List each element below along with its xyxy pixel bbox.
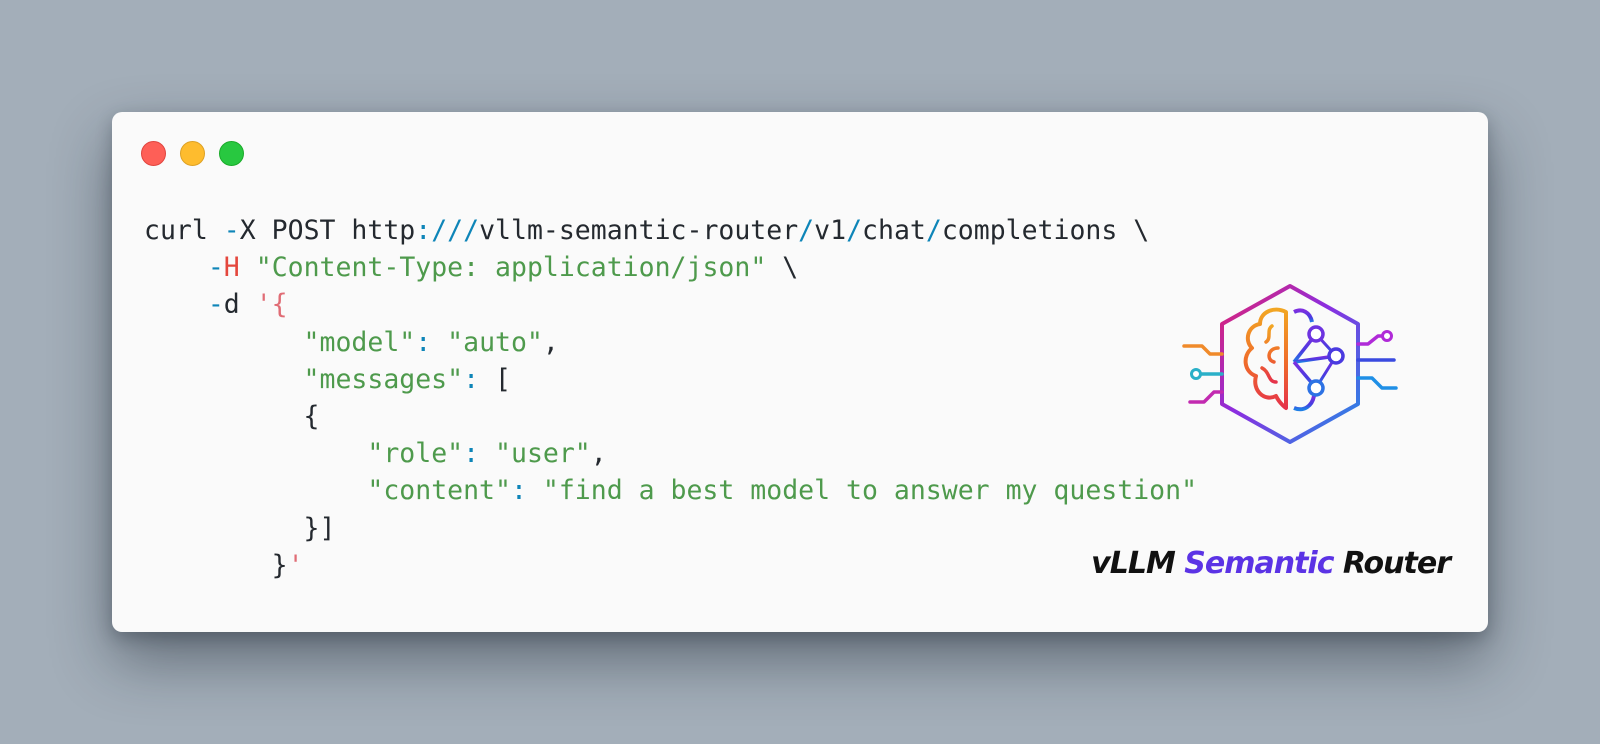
code-line: }' — [144, 547, 1197, 584]
window-controls — [141, 141, 244, 166]
code-line: "role": "user", — [144, 435, 1197, 472]
close-dot-icon[interactable] — [141, 141, 166, 166]
maximize-dot-icon[interactable] — [219, 141, 244, 166]
code-token: { — [144, 400, 320, 432]
code-token: "role" — [367, 438, 464, 470]
code-window: curl -X POST http:///vllm-semantic-route… — [112, 112, 1488, 632]
code-token: \ — [766, 252, 799, 284]
code-token: - — [207, 289, 224, 321]
code-token: "find a best model to answer my question… — [542, 475, 1198, 507]
code-token: curl — [144, 215, 224, 246]
code-token: }] — [144, 512, 336, 544]
brand-router: Router — [1333, 546, 1451, 581]
code-token: completions \ — [941, 215, 1150, 246]
code-token: v1 — [814, 215, 847, 246]
brain-circuit-hexagon-logo-icon — [1182, 284, 1398, 444]
code-line: }] — [144, 510, 1197, 547]
code-token: '{ — [255, 289, 288, 321]
code-line: -H "Content-Type: application/json" \ — [144, 249, 1197, 286]
code-token: "content" — [367, 475, 511, 507]
code-line: "messages": [ — [144, 361, 1197, 398]
code-token: : — [463, 438, 496, 470]
code-block: curl -X POST http:///vllm-semantic-route… — [144, 212, 1197, 584]
code-token: / — [798, 215, 815, 246]
code-token: H — [223, 252, 240, 284]
code-token: : — [510, 475, 543, 507]
code-token: } — [144, 549, 288, 581]
code-line: -d '{ — [144, 286, 1197, 323]
code-token: / — [846, 215, 863, 246]
brand-wordmark: vLLM Semantic Router — [1091, 546, 1451, 581]
minimize-dot-icon[interactable] — [180, 141, 205, 166]
code-token: d — [223, 289, 256, 321]
code-token: "Content-Type: application/json" — [255, 252, 767, 284]
code-token: "user" — [495, 438, 591, 470]
code-token: : — [463, 363, 496, 395]
code-line: "content": "find a best model to answer … — [144, 472, 1197, 509]
code-token: "model" — [303, 326, 416, 358]
code-line: "model": "auto", — [144, 324, 1197, 361]
brand-semantic: Semantic — [1184, 546, 1334, 581]
code-token: vllm-semantic-router — [479, 215, 799, 246]
code-token: - — [207, 252, 224, 284]
code-token: chat — [862, 215, 926, 246]
code-token: X POST http — [239, 215, 416, 246]
code-token: :/// — [415, 215, 480, 246]
code-token: : — [415, 326, 448, 358]
code-token: , — [590, 438, 607, 470]
code-token: / — [925, 215, 942, 246]
code-token: [ — [495, 363, 511, 395]
code-line: { — [144, 398, 1197, 435]
code-token: , — [542, 326, 559, 358]
code-token: "messages" — [303, 363, 464, 395]
code-line: curl -X POST http:///vllm-semantic-route… — [144, 212, 1197, 249]
brand-vllm: vLLM — [1091, 546, 1185, 581]
code-token: - — [223, 215, 240, 246]
code-token: ' — [287, 549, 304, 581]
code-token: "auto" — [447, 326, 543, 358]
